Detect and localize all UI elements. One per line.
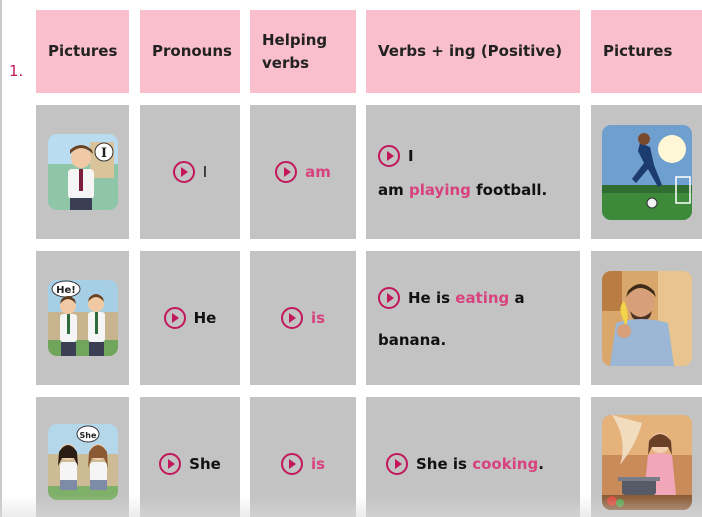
row2-sentence-end: banana. bbox=[378, 331, 447, 349]
header-verbs-ing: Verbs + ing (Positive) bbox=[366, 10, 580, 93]
svg-text:She: She bbox=[79, 431, 96, 440]
row1-verb: playing bbox=[409, 181, 471, 199]
play-icon[interactable] bbox=[280, 307, 303, 329]
svg-text:I: I bbox=[100, 146, 106, 161]
header-pictures-left: Pictures bbox=[36, 10, 129, 93]
worksheet-page: 1. Pictures Pronouns Helping verbs Verbs… bbox=[0, 0, 702, 517]
header-pictures-right: Pictures bbox=[591, 10, 702, 93]
man-eating-banana-image bbox=[601, 270, 692, 366]
play-icon[interactable] bbox=[386, 453, 408, 475]
play-icon[interactable] bbox=[378, 145, 400, 167]
play-icon[interactable] bbox=[159, 453, 182, 475]
play-icon[interactable] bbox=[163, 307, 186, 329]
row2-picture-right-cell bbox=[591, 251, 702, 385]
play-icon[interactable] bbox=[280, 453, 303, 475]
header-helping-verbs: Helping verbs bbox=[250, 10, 356, 93]
row1-sentence-line1: I bbox=[408, 147, 414, 165]
row3-verb: cooking bbox=[472, 455, 539, 473]
row2-helping-verb-cell: is bbox=[250, 251, 356, 385]
two-boys-image: He! bbox=[47, 280, 118, 356]
row2-sentence-mid: a bbox=[514, 289, 525, 307]
play-icon[interactable] bbox=[172, 161, 195, 183]
football-player-image bbox=[601, 124, 692, 220]
row2-sentence-cell: He is eating a banana. bbox=[366, 251, 580, 385]
row-number: 1. bbox=[9, 62, 24, 80]
row2-helping-verb: is bbox=[310, 309, 326, 327]
row1-helping-verb-cell: am bbox=[250, 105, 356, 239]
row1-sentence-start: am bbox=[378, 181, 404, 199]
bottom-fade bbox=[0, 495, 702, 517]
row2-sentence-start: He is bbox=[408, 289, 451, 307]
svg-text:He!: He! bbox=[56, 285, 76, 296]
row1-picture-cell: I bbox=[36, 105, 129, 239]
two-girls-image: She bbox=[47, 424, 118, 500]
row1-picture-right-cell bbox=[591, 105, 702, 239]
row3-sentence-start: She is bbox=[416, 455, 467, 473]
row3-pronoun: She bbox=[189, 455, 221, 473]
row1-pronoun-cell: I bbox=[140, 105, 240, 239]
row1-sentence-cell: I am playing football. bbox=[366, 105, 580, 239]
row2-verb: eating bbox=[455, 289, 510, 307]
header-pronouns: Pronouns bbox=[140, 10, 240, 93]
row1-helping-verb: am bbox=[305, 163, 331, 181]
play-icon[interactable] bbox=[275, 161, 298, 183]
row3-sentence-end: . bbox=[538, 455, 544, 473]
row1-sentence-end: football. bbox=[476, 181, 548, 199]
row2-picture-cell: He! bbox=[36, 251, 129, 385]
row3-helping-verb: is bbox=[310, 455, 326, 473]
boy-pointing-image: I bbox=[47, 134, 118, 210]
row1-pronoun: I bbox=[202, 163, 208, 181]
row2-pronoun: He bbox=[193, 309, 217, 327]
row2-pronoun-cell: He bbox=[140, 251, 240, 385]
play-icon[interactable] bbox=[378, 287, 400, 309]
left-border bbox=[0, 0, 2, 517]
